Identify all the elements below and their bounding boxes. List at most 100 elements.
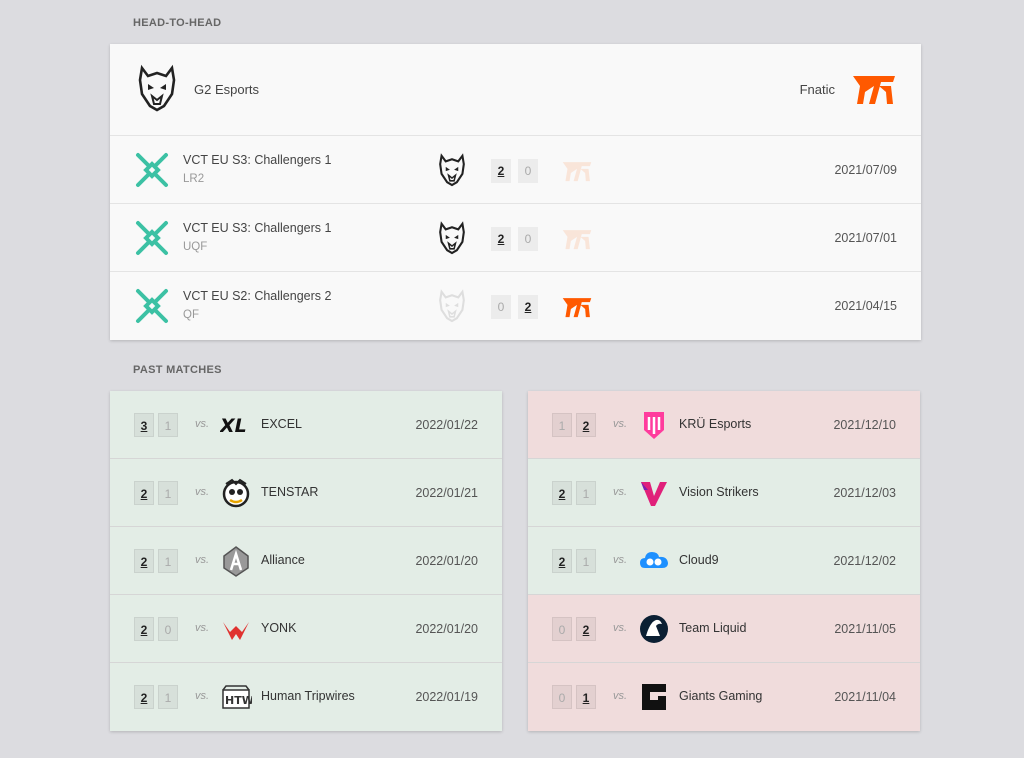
past-match-row[interactable]: 3 1 vs. XL EXCEL 2022/01/22 <box>110 391 502 459</box>
svg-text:HTW: HTW <box>225 694 252 707</box>
score-team-b: 0 <box>518 159 538 183</box>
past-match-row[interactable]: 2 0 vs. YONK 2022/01/20 <box>110 595 502 663</box>
cloud9-logo-icon <box>638 544 670 578</box>
match-date: 2022/01/22 <box>415 418 478 432</box>
event-name: VCT EU S3: Challengers 1 <box>183 221 332 235</box>
score-opponent: 1 <box>158 481 178 505</box>
team-b[interactable]: Fnatic <box>800 70 899 108</box>
yonk-logo-icon <box>220 612 252 646</box>
match-date: 2022/01/20 <box>415 622 478 636</box>
h2h-match-row[interactable]: VCT EU S2: Challengers 2 QF 0 2 2021/04/… <box>110 272 921 340</box>
vs-label: vs. <box>613 554 628 566</box>
score-team-a: 2 <box>491 159 511 183</box>
team-a-name: G2 Esports <box>194 81 260 97</box>
score-team-a: 2 <box>491 227 511 251</box>
vs-label: vs. <box>613 486 628 498</box>
opponent-name[interactable]: TENSTAR <box>261 485 318 499</box>
team-liquid-logo-icon <box>638 612 670 646</box>
g2-logo-icon <box>138 64 176 112</box>
opponent-name[interactable]: EXCEL <box>261 417 302 431</box>
opponent-name[interactable]: KRÜ Esports <box>679 417 751 431</box>
vs-label: vs. <box>195 418 210 430</box>
score-team-b: 0 <box>518 227 538 251</box>
match-date: 2021/07/01 <box>834 231 897 245</box>
past-match-row[interactable]: 0 2 vs. Team Liquid 2021/11/05 <box>528 595 920 663</box>
fnatic-logo-icon <box>560 294 594 320</box>
score-own: 1 <box>552 413 572 437</box>
score-opponent: 1 <box>576 549 596 573</box>
event-round: UQF <box>183 241 208 253</box>
alliance-logo-icon <box>220 544 252 578</box>
match-date: 2021/12/02 <box>833 554 896 568</box>
score-opponent: 1 <box>158 685 178 709</box>
human-tripwires-logo-icon: HTW <box>220 680 254 714</box>
match-date: 2022/01/21 <box>415 486 478 500</box>
past-match-row[interactable]: 0 1 vs. Giants Gaming 2021/11/04 <box>528 663 920 731</box>
event-name: VCT EU S3: Challengers 1 <box>183 153 332 167</box>
score-opponent: 1 <box>576 685 596 709</box>
opponent-name[interactable]: Team Liquid <box>679 621 746 635</box>
score-own: 2 <box>134 685 154 709</box>
opponent-name[interactable]: Vision Strikers <box>679 485 759 499</box>
match-date: 2021/11/04 <box>834 690 896 704</box>
past-match-row[interactable]: 1 2 vs. KRÜ Esports 2021/12/10 <box>528 391 920 459</box>
g2-logo-icon <box>436 221 468 255</box>
vs-label: vs. <box>613 418 628 430</box>
team-b-name: Fnatic <box>799 81 835 97</box>
score-own: 0 <box>552 617 572 641</box>
score-opponent: 1 <box>158 413 178 437</box>
match-date: 2021/04/15 <box>834 299 897 313</box>
score-opponent: 0 <box>158 617 178 641</box>
past-match-row[interactable]: 2 1 vs. HTW Human Tripwires 2022/01/19 <box>110 663 502 731</box>
score-own: 2 <box>134 549 154 573</box>
head-to-head-header: G2 Esports Fnatic <box>110 44 921 136</box>
vision-strikers-logo-icon <box>638 476 670 510</box>
fnatic-logo-icon <box>560 226 594 252</box>
past-match-row[interactable]: 2 1 vs. Alliance 2022/01/20 <box>110 527 502 595</box>
score-team-b: 2 <box>518 295 538 319</box>
h2h-match-row[interactable]: VCT EU S3: Challengers 1 UQF 2 0 2021/07… <box>110 204 921 272</box>
opponent-name[interactable]: Human Tripwires <box>261 689 355 703</box>
head-to-head-card: G2 Esports Fnatic VCT EU S3: Challengers… <box>110 44 921 340</box>
score-opponent: 2 <box>576 617 596 641</box>
score-opponent: 1 <box>158 549 178 573</box>
score-own: 2 <box>552 549 572 573</box>
h2h-match-row[interactable]: VCT EU S3: Challengers 1 LR2 2 0 2021/07… <box>110 136 921 204</box>
vs-label: vs. <box>613 690 628 702</box>
score-opponent: 2 <box>576 413 596 437</box>
score-own: 0 <box>552 685 572 709</box>
past-match-row[interactable]: 2 1 vs. Vision Strikers 2021/12/03 <box>528 459 920 527</box>
score-opponent: 1 <box>576 481 596 505</box>
opponent-name[interactable]: Alliance <box>261 553 305 567</box>
vct-logo-icon <box>134 219 170 257</box>
match-date: 2022/01/20 <box>415 554 478 568</box>
tenstar-logo-icon <box>220 476 252 510</box>
match-date: 2021/12/03 <box>833 486 896 500</box>
opponent-name[interactable]: Cloud9 <box>679 553 719 567</box>
event-name: VCT EU S2: Challengers 2 <box>183 289 332 303</box>
kru-logo-icon <box>638 408 670 442</box>
score-own: 2 <box>134 481 154 505</box>
vs-label: vs. <box>195 486 210 498</box>
match-date: 2021/11/05 <box>834 622 896 636</box>
head-to-head-heading: HEAD-TO-HEAD <box>133 17 222 29</box>
svg-text:XL: XL <box>220 415 247 437</box>
score-team-a: 0 <box>491 295 511 319</box>
match-date: 2021/07/09 <box>834 163 897 177</box>
giants-gaming-logo-icon <box>638 680 670 714</box>
past-match-row[interactable]: 2 1 vs. Cloud9 2021/12/02 <box>528 527 920 595</box>
opponent-name[interactable]: YONK <box>261 621 296 635</box>
fnatic-logo-icon <box>853 76 895 104</box>
past-match-row[interactable]: 2 1 vs. TENSTAR 2022/01/21 <box>110 459 502 527</box>
vct-logo-icon <box>134 287 170 325</box>
score-own: 2 <box>552 481 572 505</box>
opponent-name[interactable]: Giants Gaming <box>679 689 762 703</box>
score-own: 2 <box>134 617 154 641</box>
past-matches-heading: PAST MATCHES <box>133 364 222 376</box>
fnatic-logo-icon <box>560 158 594 184</box>
event-round: LR2 <box>183 173 205 185</box>
vs-label: vs. <box>613 622 628 634</box>
vct-logo-icon <box>134 151 170 189</box>
team-a[interactable]: G2 Esports <box>134 64 264 114</box>
g2-logo-icon <box>436 289 468 323</box>
